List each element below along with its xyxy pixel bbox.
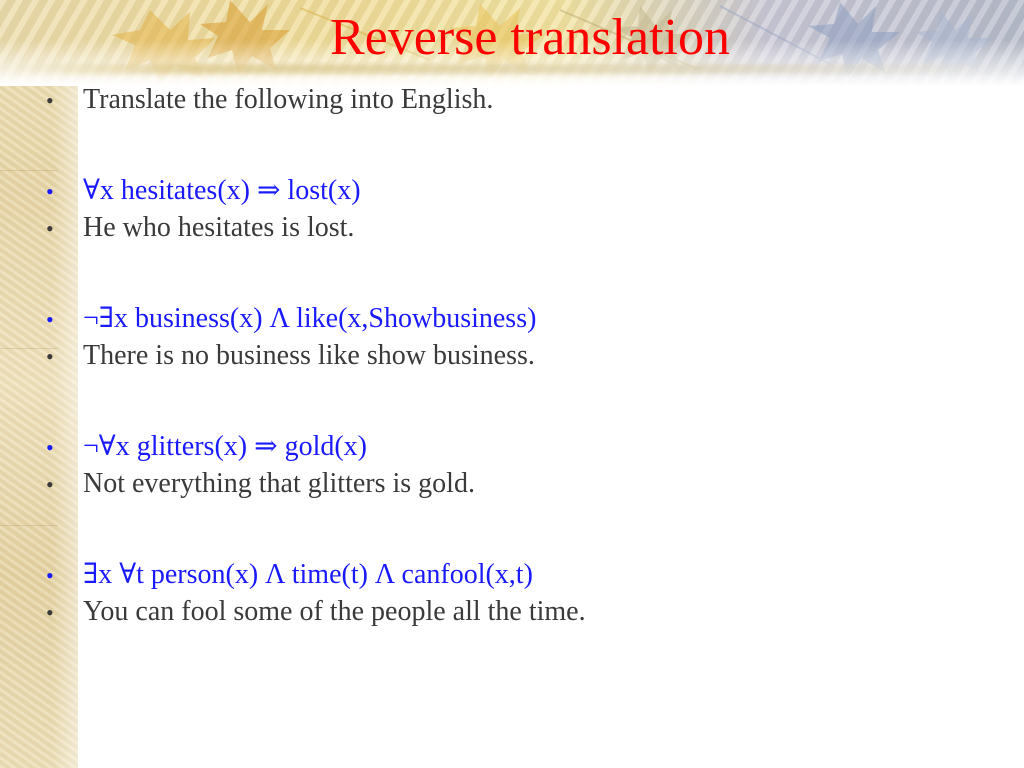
bullet-dot: • <box>46 307 54 332</box>
list-item: • ¬∀x glitters(x) ⇒ gold(x) <box>46 429 586 466</box>
list-item: • ∃x ∀t person(x) Λ time(t) Λ canfool(x,… <box>46 557 586 594</box>
bullet-dot: • <box>46 563 54 588</box>
bullet-dot: • <box>46 435 54 460</box>
bullet-text: Translate the following into English. <box>83 84 494 115</box>
bullet-text: There is no business like show business. <box>83 340 535 371</box>
list-item: • He who hesitates is lost. <box>46 210 586 247</box>
bullet-text: Not everything that glitters is gold. <box>83 468 475 499</box>
bullet-dot: • <box>46 88 54 113</box>
list-item: • ∀x hesitates(x) ⇒ lost(x) <box>46 173 586 210</box>
slide-title: Reverse translation <box>330 9 730 66</box>
bullet-dot: • <box>46 216 54 241</box>
bullet-list: • Translate the following into English. … <box>46 82 586 631</box>
bullet-text: He who hesitates is lost. <box>83 212 355 243</box>
formula-text: ¬∀x glitters(x) ⇒ gold(x) <box>83 431 367 462</box>
formula-text: ∃x ∀t person(x) Λ time(t) Λ canfool(x,t) <box>83 559 533 590</box>
bullet-dot: • <box>46 344 54 369</box>
bullet-dot: • <box>46 600 54 625</box>
bullet-dot: • <box>46 179 54 204</box>
list-item: • Not everything that glitters is gold. <box>46 466 586 503</box>
list-item: • There is no business like show busines… <box>46 338 586 375</box>
formula-text: ∀x hesitates(x) ⇒ lost(x) <box>83 175 361 206</box>
list-item: • ¬∃x business(x) Λ like(x,Showbusiness) <box>46 301 586 338</box>
list-item: • Translate the following into English. <box>46 82 586 119</box>
list-item: • You can fool some of the people all th… <box>46 594 586 631</box>
formula-text: ¬∃x business(x) Λ like(x,Showbusiness) <box>83 303 537 334</box>
bullet-text: You can fool some of the people all the … <box>83 596 586 627</box>
bullet-dot: • <box>46 472 54 497</box>
